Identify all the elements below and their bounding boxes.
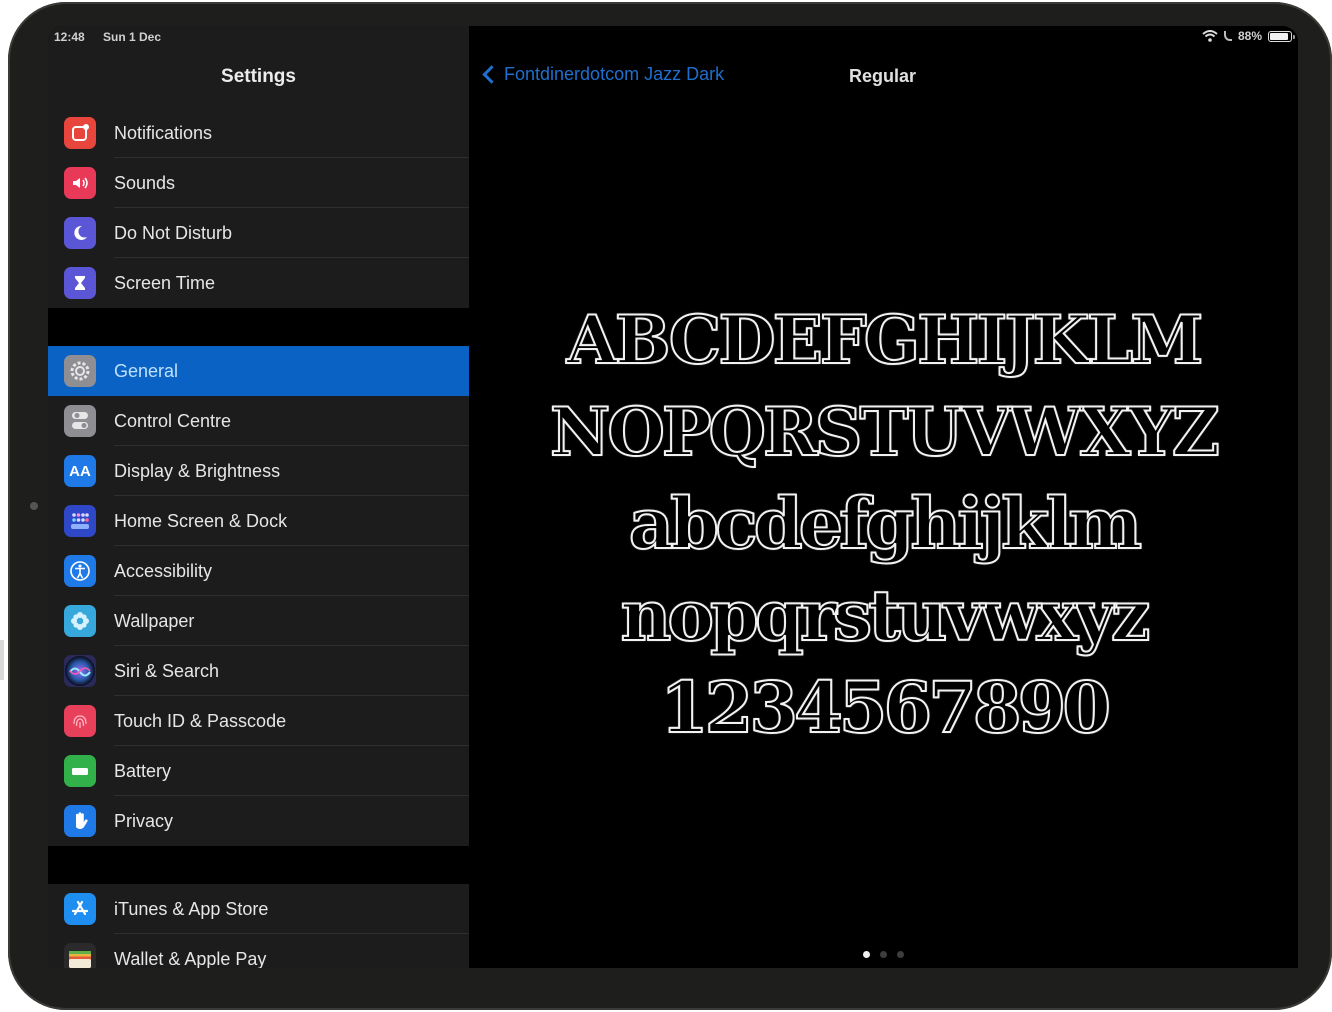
ipad-screen: 12:48 Sun 1 Dec 88% Settings Notificatio… — [48, 26, 1298, 972]
sidebar-item-itunes-and-app-store[interactable]: iTunes & App Store — [48, 884, 469, 934]
battery-icon — [1268, 30, 1295, 42]
sidebar-groups: Notifications Sounds Do Not Disturb Screen … — [48, 108, 469, 972]
sidebar-item-screen-time[interactable]: Screen Time — [48, 258, 469, 308]
sidebar-item-label: General — [114, 360, 179, 381]
sidebar-item-label: Siri & Search — [114, 660, 220, 681]
sidebar-item-notifications[interactable]: Notifications — [48, 108, 469, 158]
sidebar-item-wallet-and-apple-pay[interactable]: Wallet & Apple Pay — [48, 934, 469, 972]
app-store-icon — [64, 893, 96, 925]
screen-bottom-edge — [48, 968, 1298, 972]
sidebar-item-label: Accessibility — [114, 560, 213, 581]
sidebar-item-label: Touch ID & Passcode — [114, 710, 287, 731]
sidebar-item-label: Battery — [114, 760, 172, 781]
sidebar-item-home-screen-and-dock[interactable]: Home Screen & Dock — [48, 496, 469, 546]
sidebar-item-label: Do Not Disturb — [114, 222, 233, 243]
sidebar-item-do-not-disturb[interactable]: Do Not Disturb — [48, 208, 469, 258]
sidebar-item-label: Sounds — [114, 172, 176, 193]
font-detail-pane: Fontdinerdotcom Jazz Dark Regular ABCDEF… — [469, 26, 1298, 972]
sidebar-title: Settings — [221, 66, 296, 87]
page-dot[interactable] — [897, 951, 904, 958]
moon-icon — [64, 217, 96, 249]
side-button — [0, 640, 4, 680]
sidebar-item-touch-id-and-passcode[interactable]: Touch ID & Passcode — [48, 696, 469, 746]
section-gap — [48, 308, 469, 346]
notifications-icon — [64, 117, 96, 149]
status-bar: 12:48 Sun 1 Dec 88% — [48, 26, 1298, 50]
sidebar-item-sounds[interactable]: Sounds — [48, 158, 469, 208]
sidebar-item-label: Wallpaper — [114, 610, 195, 631]
toggles-icon — [64, 405, 96, 437]
back-button-label: Fontdinerdotcom Jazz Dark — [504, 64, 725, 84]
sidebar-item-general[interactable]: General — [48, 346, 469, 396]
sidebar-item-display-and-brightness[interactable]: AA Display & Brightness — [48, 446, 469, 496]
sidebar-item-battery[interactable]: Battery — [48, 746, 469, 796]
back-button[interactable]: Fontdinerdotcom Jazz Dark — [481, 64, 724, 85]
sidebar-item-privacy[interactable]: Privacy — [48, 796, 469, 846]
settings-sidebar: Settings Notifications Sounds Do Not Distu… — [48, 26, 469, 972]
sidebar-item-control-centre[interactable]: Control Centre — [48, 396, 469, 446]
sample-uppercase-2: NOPQRSTUVWXYZ — [549, 392, 1221, 472]
sidebar-item-accessibility[interactable]: Accessibility — [48, 546, 469, 596]
page-dot[interactable] — [880, 951, 887, 958]
hand-icon — [64, 805, 96, 837]
sidebar-item-label: Screen Time — [114, 272, 216, 293]
sample-uppercase-1: ABCDEFGHIJKLM — [566, 300, 1205, 380]
sidebar-item-wallpaper[interactable]: Wallpaper — [48, 596, 469, 646]
sidebar-item-label: Home Screen & Dock — [114, 510, 288, 531]
siri-icon — [64, 655, 96, 687]
sidebar-item-label: iTunes & App Store — [114, 898, 269, 919]
battery-percent: 88% — [1237, 29, 1262, 43]
settings-group: iTunes & App Store Wallet & Apple Pay — [48, 884, 469, 972]
page-indicator[interactable] — [469, 951, 1298, 958]
settings-group: General Control Centre AA Display & Brightn… — [48, 346, 469, 846]
sidebar-item-label: Wallet & Apple Pay — [114, 948, 267, 969]
sidebar-item-siri-and-search[interactable]: Siri & Search — [48, 646, 469, 696]
font-sample: ABCDEFGHIJKLM NOPQRSTUVWXYZ abcdefghijkl… — [469, 294, 1298, 754]
battery-fill — [1270, 32, 1288, 40]
sidebar-item-label: Display & Brightness — [114, 460, 281, 481]
sidebar-item-label: Control Centre — [114, 410, 232, 431]
hourglass-icon — [64, 267, 96, 299]
sample-digits: 1234567890 — [659, 665, 1112, 750]
grid-icon — [64, 505, 96, 537]
wifi-icon — [1202, 30, 1218, 42]
sidebar-item-label: Privacy — [114, 810, 174, 831]
camera-dot — [30, 502, 38, 510]
status-date: Sun 1 Dec — [103, 30, 162, 44]
settings-group: Notifications Sounds Do Not Disturb Screen … — [48, 108, 469, 308]
chevron-left-icon — [482, 65, 501, 84]
text-size-icon: AA — [64, 455, 96, 487]
gear-icon — [64, 355, 96, 387]
status-time: 12:48 — [54, 30, 85, 44]
page-dot[interactable] — [863, 951, 870, 958]
status-indicators: 88% — [1202, 29, 1295, 43]
sidebar-item-label: Notifications — [114, 122, 213, 143]
fingerprint-icon — [64, 705, 96, 737]
nav-title: Regular — [849, 66, 917, 86]
section-gap — [48, 846, 469, 884]
speaker-icon — [64, 167, 96, 199]
sample-lowercase-1: abcdefghijklm — [628, 481, 1143, 566]
sample-lowercase-2: nopqrstuvwxyz — [619, 573, 1151, 658]
battery-icon — [64, 755, 96, 787]
moon-icon — [1223, 31, 1232, 41]
flower-icon — [64, 605, 96, 637]
accessibility-icon — [64, 555, 96, 587]
